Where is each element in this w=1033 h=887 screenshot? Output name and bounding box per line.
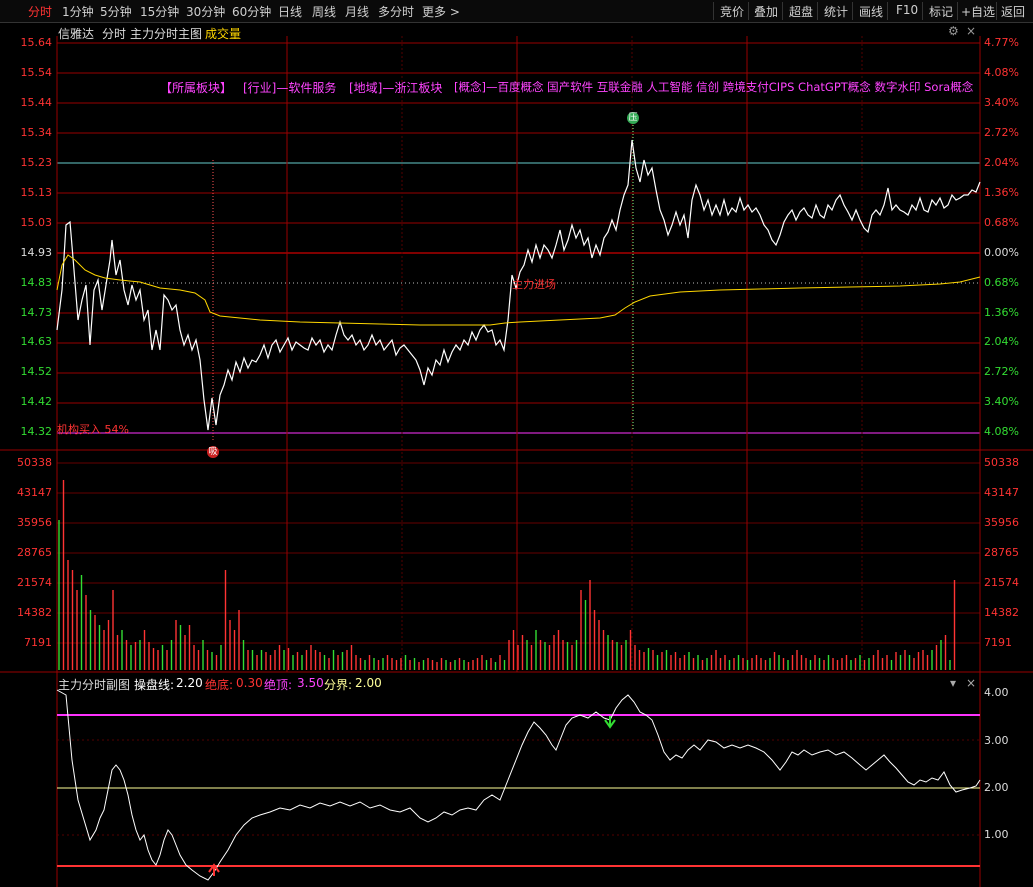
sub-item-label: 操盘线: bbox=[134, 678, 175, 692]
percent-tick: 1.36% bbox=[984, 186, 1019, 199]
volume-tick-right: 21574 bbox=[984, 576, 1019, 589]
price-tick: 14.83 bbox=[20, 276, 53, 289]
sub-item-value: 0.30 bbox=[236, 676, 263, 690]
price-tick: 15.03 bbox=[20, 216, 53, 229]
sub-axis-tick: 3.00 bbox=[984, 734, 1009, 747]
percent-tick: 4.77% bbox=[984, 36, 1019, 49]
price-tick: 14.52 bbox=[20, 365, 53, 378]
volume-tick-right: 35956 bbox=[984, 516, 1019, 529]
top-pressure-marker: 压 bbox=[627, 112, 639, 124]
percent-tick: 0.68% bbox=[984, 216, 1019, 229]
sector-region[interactable]: [地域]—浙江板块 bbox=[349, 79, 442, 96]
volume-tick-right: 7191 bbox=[984, 636, 1012, 649]
price-tick: 15.44 bbox=[20, 96, 53, 109]
volume-tick: 35956 bbox=[17, 516, 52, 529]
volume-tick-right: 28765 bbox=[984, 546, 1019, 559]
institution-buy-label: 机构买入 54% bbox=[57, 423, 129, 436]
volume-tick-right: 43147 bbox=[984, 486, 1019, 499]
percent-tick: 2.72% bbox=[984, 365, 1019, 378]
sub-item-value: 2.20 bbox=[176, 676, 203, 690]
volume-tick: 7191 bbox=[24, 636, 52, 649]
percent-tick: 3.40% bbox=[984, 96, 1019, 109]
percent-tick: 0.00% bbox=[984, 246, 1019, 259]
volume-label: 成交量 bbox=[205, 27, 242, 41]
sub-item-value: 3.50 bbox=[297, 676, 324, 690]
volume-tick: 50338 bbox=[17, 456, 52, 469]
operation-line bbox=[56, 689, 981, 881]
settings-icon[interactable]: ⚙ bbox=[948, 24, 959, 38]
volume-tick: 14382 bbox=[17, 606, 52, 619]
percent-tick: 4.08% bbox=[984, 66, 1019, 79]
price-tick: 15.34 bbox=[20, 126, 53, 139]
price-tick: 15.23 bbox=[20, 156, 53, 169]
close-icon[interactable]: × bbox=[966, 676, 976, 690]
sub-item-value: 2.00 bbox=[355, 676, 382, 690]
volume-tick-right: 14382 bbox=[984, 606, 1019, 619]
percent-tick: 2.04% bbox=[984, 335, 1019, 348]
volume-tick-right: 50338 bbox=[984, 456, 1019, 469]
sub-axis-tick: 2.00 bbox=[984, 781, 1009, 794]
percent-tick: 4.08% bbox=[984, 425, 1019, 438]
sub-axis-tick: 4.00 bbox=[984, 686, 1009, 699]
sector-concepts[interactable]: [概念]—百度概念 国产软件 互联金融 人工智能 信创 跨境支付CIPS Cha… bbox=[454, 79, 973, 95]
sub-item-label: 分界: bbox=[324, 678, 353, 692]
sub-item-label: 绝底: bbox=[205, 678, 234, 692]
price-tick: 14.32 bbox=[20, 425, 53, 438]
sub-panel-title[interactable]: 主力分时副图 bbox=[58, 676, 130, 693]
intraday-chart bbox=[0, 36, 1033, 887]
percent-tick: 2.04% bbox=[984, 156, 1019, 169]
bottom-absorb-marker: 吸 bbox=[207, 446, 219, 458]
price-tick: 15.13 bbox=[20, 186, 53, 199]
chart-mode: 分时 bbox=[102, 27, 127, 41]
stock-name: 信雅达 bbox=[58, 27, 95, 41]
price-tick: 14.93 bbox=[20, 246, 53, 259]
price-tick: 14.63 bbox=[20, 335, 53, 348]
dropdown-icon[interactable]: ▾ bbox=[950, 676, 956, 690]
volume-tick: 43147 bbox=[17, 486, 52, 499]
sector-heading: 【所属板块】 bbox=[160, 81, 233, 95]
price-tick: 14.73 bbox=[20, 306, 53, 319]
main-indicator-name[interactable]: 主力分时主图 bbox=[130, 25, 202, 42]
percent-tick: 1.36% bbox=[984, 306, 1019, 319]
price-tick: 15.54 bbox=[20, 66, 53, 79]
sell-arrow-icon bbox=[604, 716, 616, 729]
price-tick: 14.42 bbox=[20, 395, 53, 408]
percent-tick: 3.40% bbox=[984, 395, 1019, 408]
price-tick: 15.64 bbox=[20, 36, 53, 49]
volume-tick: 28765 bbox=[17, 546, 52, 559]
percent-tick: 2.72% bbox=[984, 126, 1019, 139]
volume-tick: 21574 bbox=[17, 576, 52, 589]
sub-item-label: 绝顶: bbox=[264, 678, 293, 692]
sector-industry[interactable]: [行业]—软件服务 bbox=[243, 79, 336, 96]
close-icon[interactable]: × bbox=[966, 24, 976, 38]
percent-tick: 0.68% bbox=[984, 276, 1019, 289]
sub-axis-tick: 1.00 bbox=[984, 828, 1009, 841]
main-force-label: 主力进场 bbox=[512, 278, 556, 291]
